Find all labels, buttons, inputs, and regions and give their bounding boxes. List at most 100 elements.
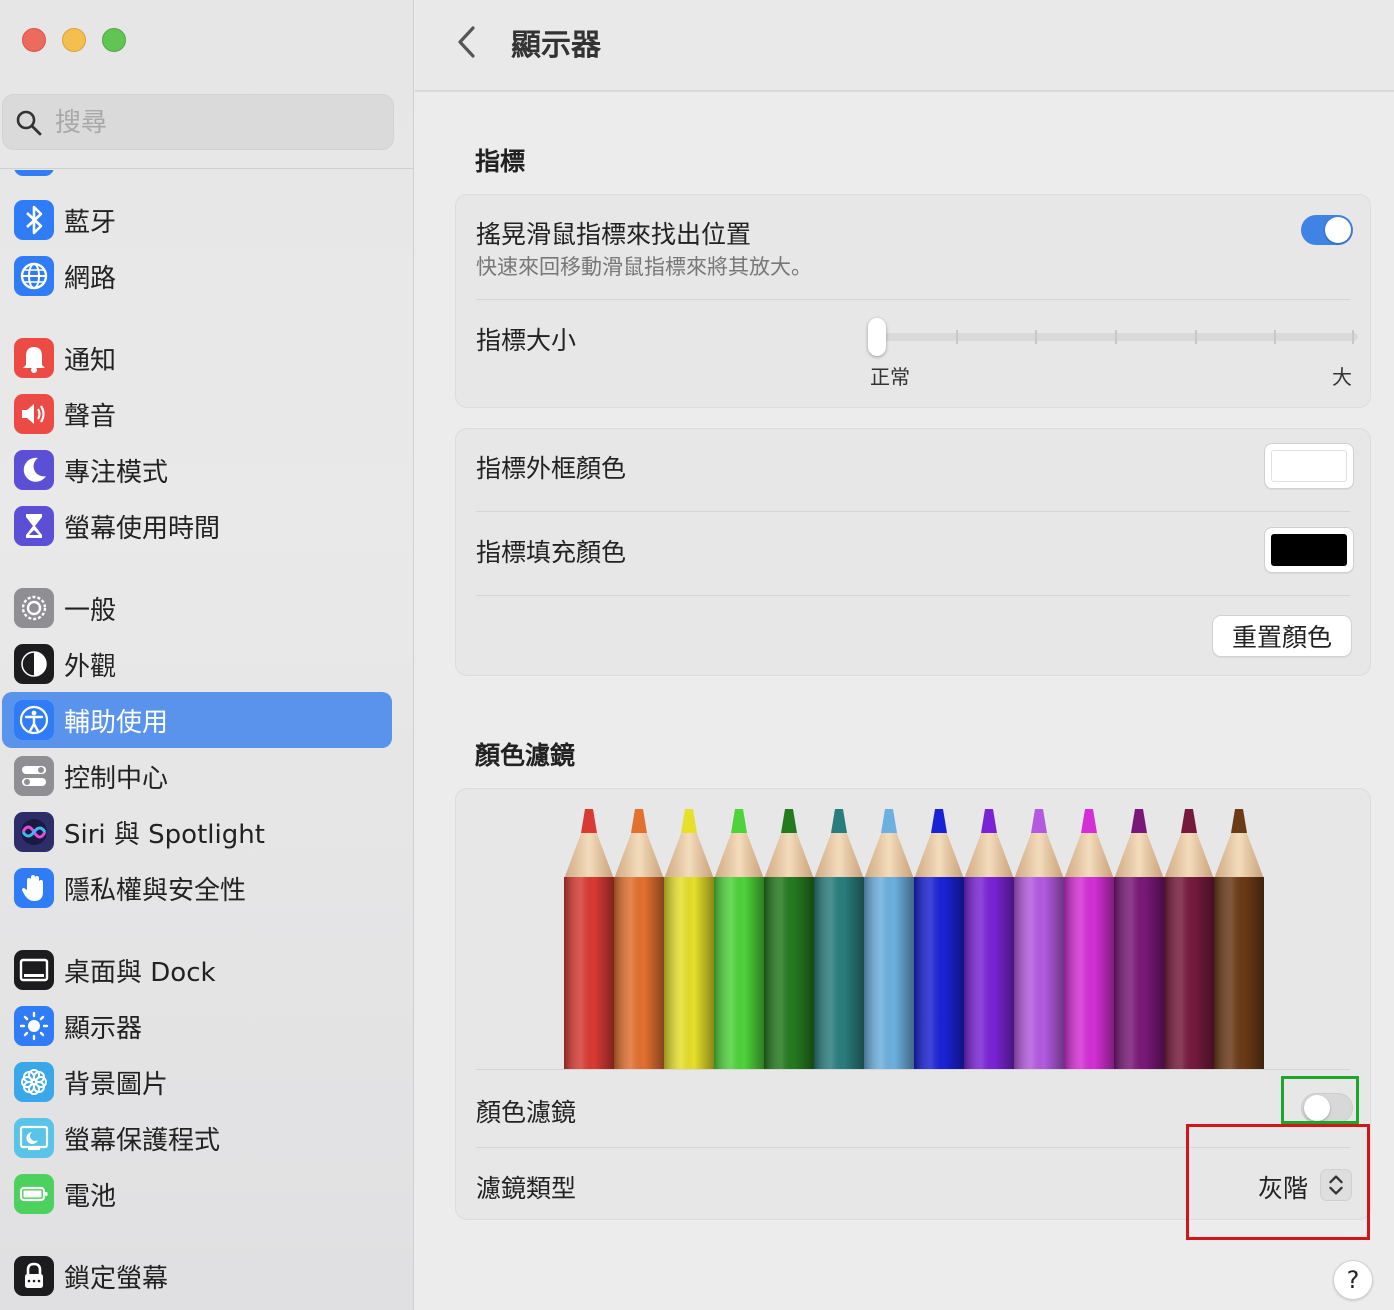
chevron-left-icon xyxy=(458,26,475,58)
pointer-outline-color-well[interactable] xyxy=(1264,443,1354,489)
speaker-icon xyxy=(14,394,54,434)
sidebar-item-bluetooth[interactable]: 藍牙 xyxy=(2,192,392,248)
sun-icon xyxy=(14,1006,54,1046)
pointer-card: 搖晃滑鼠指標來找出位置 快速來回移動滑鼠指標來將其放大。 指標大小 正常 大 xyxy=(455,194,1371,408)
minimize-window-button[interactable] xyxy=(62,28,86,52)
zoom-window-button[interactable] xyxy=(102,28,126,52)
pencil xyxy=(1114,809,1164,1069)
pointer-size-max-label: 大 xyxy=(1332,365,1352,389)
sidebar-item-battery[interactable]: 電池 xyxy=(2,1166,392,1222)
siri-icon xyxy=(14,812,54,852)
moon-icon xyxy=(14,450,54,490)
sidebar-item-label: 藍牙 xyxy=(64,208,117,238)
battery-icon xyxy=(14,1174,54,1214)
pointer-size-min-label: 正常 xyxy=(870,365,910,389)
sidebar-item-hourglass[interactable]: 螢幕使用時間 xyxy=(2,498,392,554)
sidebar-item-hand[interactable]: 隱私權與安全性 xyxy=(2,860,392,916)
slider-track xyxy=(876,333,1358,341)
sidebar-item-bell[interactable]: 通知 xyxy=(2,330,392,386)
filter-type-label: 濾鏡類型 xyxy=(476,1174,577,1203)
pencil xyxy=(1164,809,1214,1069)
sidebar-item-dock[interactable]: 桌面與 Dock xyxy=(2,942,392,998)
sidebar-item-appearance[interactable]: 外觀 xyxy=(2,636,392,692)
sidebar-item-globe[interactable]: 網路 xyxy=(2,248,392,304)
pencil xyxy=(1014,809,1064,1069)
sidebar-list: Wi-Fi 藍牙網路通知聲音專注模式螢幕使用時間一般外觀輔助使用控制中心 Siri … xyxy=(0,170,413,1310)
sidebar-item-label: 控制中心 xyxy=(64,764,169,794)
search-icon xyxy=(16,110,42,136)
sidebar-item-speaker[interactable]: 聲音 xyxy=(2,386,392,442)
sidebar-item-label: 顯示器 xyxy=(64,1014,143,1044)
toggles-icon xyxy=(14,756,54,796)
sidebar-item-lock[interactable]: 鎖定螢幕 xyxy=(2,1248,392,1304)
sidebar-item-label: 聲音 xyxy=(64,402,117,432)
slider-tick xyxy=(1035,330,1038,344)
divider xyxy=(476,511,1350,512)
pencil xyxy=(914,809,964,1069)
back-button[interactable] xyxy=(451,22,483,62)
globe-icon xyxy=(14,256,54,296)
search-field[interactable] xyxy=(2,94,394,150)
pointer-outline-color-label: 指標外框顏色 xyxy=(476,454,627,483)
close-window-button[interactable] xyxy=(22,28,46,52)
sidebar-item-label: Siri 與 Spotlight xyxy=(64,820,265,850)
sidebar-item-sun[interactable]: 顯示器 xyxy=(2,998,392,1054)
sidebar-item-siri[interactable]: Siri 與 Spotlight xyxy=(2,804,392,860)
pencil xyxy=(1214,809,1264,1069)
sidebar-item-wifi[interactable]: Wi-Fi xyxy=(2,170,392,184)
pencil xyxy=(864,809,914,1069)
shake-pointer-description: 快速來回移動滑鼠指標來將其放大。 xyxy=(476,255,812,279)
accessibility-icon xyxy=(14,700,54,740)
pencil xyxy=(764,809,814,1069)
wifi-icon xyxy=(14,170,54,176)
slider-tick xyxy=(1274,330,1277,344)
pencil xyxy=(714,809,764,1069)
pointer-size-slider[interactable] xyxy=(868,317,1358,357)
pointer-section-title: 指標 xyxy=(475,147,526,176)
lock-icon xyxy=(14,1256,54,1296)
sidebar-item-label: 輔助使用 xyxy=(64,708,169,738)
sidebar-item-flower[interactable]: 背景圖片 xyxy=(2,1054,392,1110)
help-button[interactable]: ? xyxy=(1333,1260,1373,1300)
sidebar-item-toggles[interactable]: 控制中心 xyxy=(2,748,392,804)
sidebar-item-label: 鎖定螢幕 xyxy=(64,1264,169,1294)
flower-icon xyxy=(14,1062,54,1102)
reset-colors-button[interactable]: 重置顏色 xyxy=(1212,615,1352,657)
color-pencils-preview xyxy=(564,809,1264,1069)
slider-tick xyxy=(955,330,958,344)
highlight-box-green xyxy=(1281,1076,1359,1124)
sidebar-item-accessibility[interactable]: 輔助使用 xyxy=(2,692,392,748)
sidebar-item-label: 專注模式 xyxy=(64,458,169,488)
pointer-size-label: 指標大小 xyxy=(476,326,577,355)
sidebar-item-label: 一般 xyxy=(64,596,117,626)
hourglass-icon xyxy=(14,506,54,546)
pointer-fill-color-well[interactable] xyxy=(1264,527,1354,573)
bluetooth-icon xyxy=(14,200,54,240)
sidebar-item-label: 桌面與 Dock xyxy=(64,958,216,988)
divider xyxy=(476,299,1350,300)
pencil xyxy=(664,809,714,1069)
header: 顯示器 xyxy=(415,0,1394,92)
pencil xyxy=(614,809,664,1069)
slider-thumb[interactable] xyxy=(868,318,886,356)
sidebar-item-label: 網路 xyxy=(64,264,117,294)
sidebar-item-screensaver[interactable]: 螢幕保護程式 xyxy=(2,1110,392,1166)
sidebar-item-label: 背景圖片 xyxy=(64,1070,169,1100)
sidebar-item-gear[interactable]: 一般 xyxy=(2,580,392,636)
page-title: 顯示器 xyxy=(511,28,601,63)
sidebar-divider xyxy=(0,168,413,169)
main-pane: 顯示器 指標 搖晃滑鼠指標來找出位置 快速來回移動滑鼠指標來將其放大。 指標大小… xyxy=(415,0,1394,1310)
highlight-box-red xyxy=(1186,1124,1370,1240)
appearance-icon xyxy=(14,644,54,684)
sidebar-item-label: 隱私權與安全性 xyxy=(64,876,247,906)
screensaver-icon xyxy=(14,1118,54,1158)
sidebar-item-label: 螢幕保護程式 xyxy=(64,1126,221,1156)
search-input[interactable] xyxy=(55,103,375,143)
sidebar-item-label: 電池 xyxy=(64,1182,117,1212)
pointer-color-card: 指標外框顏色 指標填充顏色 重置顏色 xyxy=(455,428,1371,676)
pencil xyxy=(564,809,614,1069)
sidebar-item-moon[interactable]: 專注模式 xyxy=(2,442,392,498)
shake-pointer-toggle[interactable] xyxy=(1301,215,1353,245)
divider xyxy=(476,1069,1350,1070)
divider xyxy=(476,595,1350,596)
